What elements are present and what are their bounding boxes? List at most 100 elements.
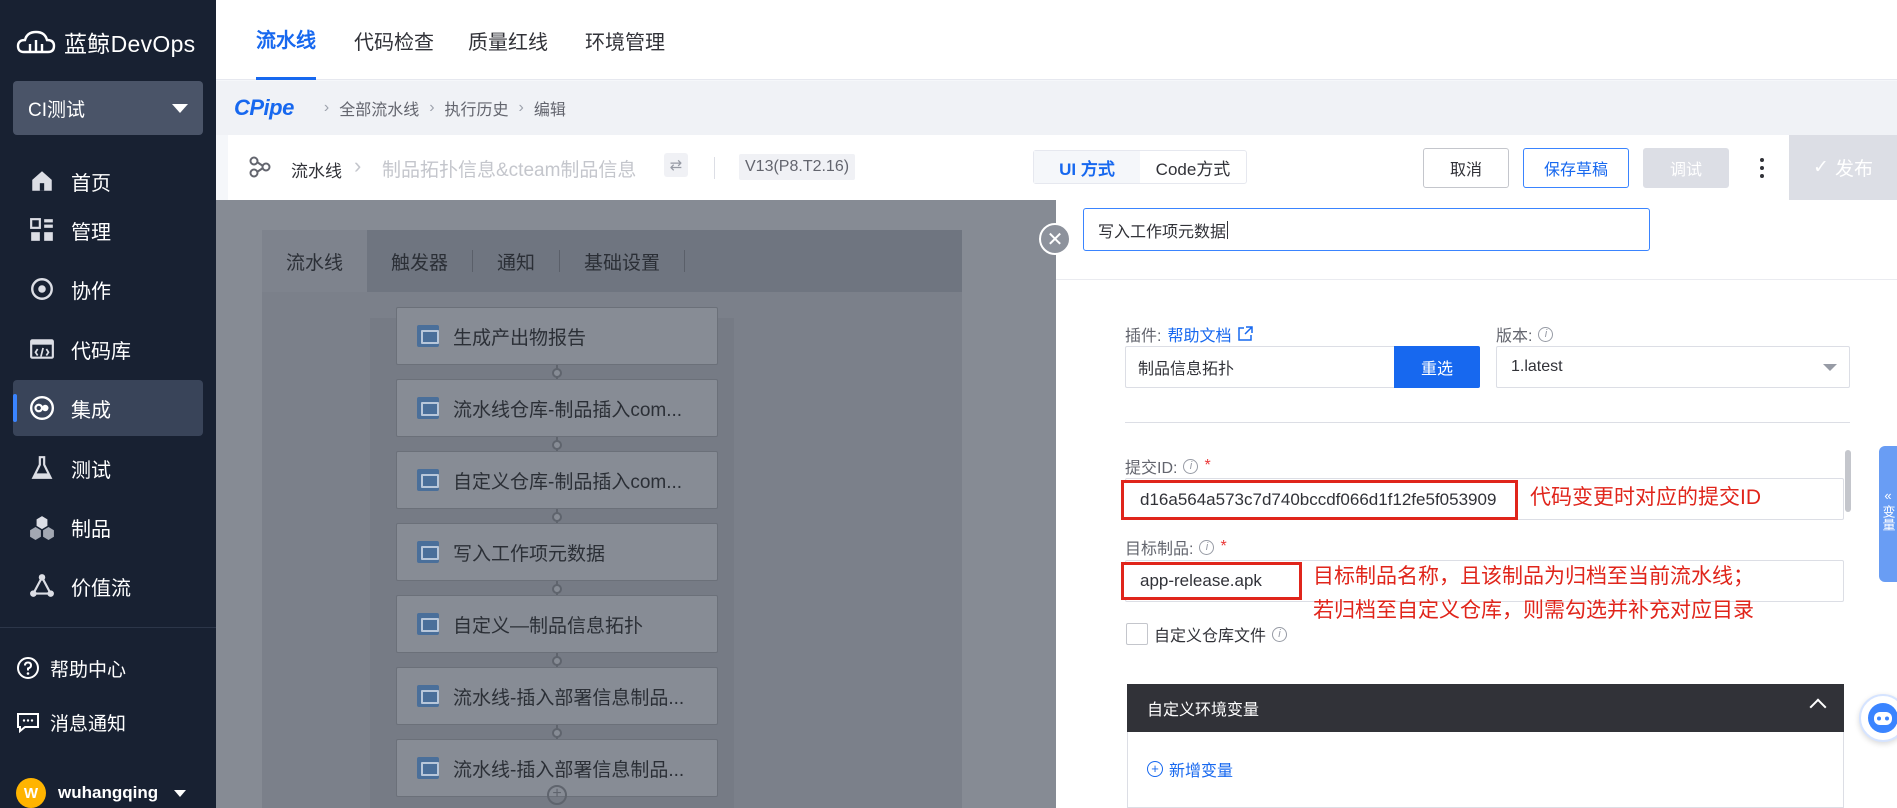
commit-id-input[interactable]: d16a564a573c7d740bccdf066d1f12fe5f053909 [1121,480,1518,520]
editor-crumb-pipeline[interactable]: 流水线 [291,157,342,182]
notifications-label: 消息通知 [50,713,127,735]
mode-ui-button[interactable]: UI 方式 [1034,151,1140,183]
plugin-icon [417,325,439,347]
tab-notify[interactable]: 通知 [473,230,559,292]
tab-triggers[interactable]: 触发器 [367,230,472,292]
plugin-name-input[interactable]: 写入工作项元数据 [1083,208,1650,251]
add-node-icon[interactable]: + [547,785,567,805]
pipeline-name[interactable]: 制品拓扑信息&cteam制品信息 [382,155,636,182]
help-center-link[interactable]: 帮助中心 [16,650,126,686]
sidebar-item-label: 首页 [71,172,111,195]
scrollbar[interactable] [1845,450,1851,512]
tab-code-check[interactable]: 代码检查 [354,0,434,80]
sidebar-item-code-repo[interactable]: 代码库 [13,321,203,377]
plugin-icon [417,541,439,563]
plugin-label-row: 插件: 帮助文档 [1125,322,1254,346]
custom-repo-checkbox[interactable] [1126,623,1148,645]
value-stream-icon [30,574,54,597]
tab-pipeline[interactable]: 流水线 [256,0,316,80]
add-variable-button[interactable]: + 新增变量 [1147,757,1233,781]
sidebar-item-collaborate[interactable]: 协作 [13,261,203,317]
variables-side-tab[interactable]: « 变量 [1879,446,1897,582]
project-select[interactable]: CI测试 [13,81,203,135]
save-draft-button[interactable]: 保存草稿 [1523,148,1629,188]
logo[interactable]: 蓝鲸DevOps [16,24,195,60]
publish-label: 发布 [1834,159,1873,180]
tab-pipeline-stages[interactable]: 流水线 [262,230,368,292]
sidebar-item-manage[interactable]: 管理 [13,202,203,258]
sidebar-item-value-stream[interactable]: 价值流 [13,558,203,614]
plugin-icon [417,613,439,635]
chevron-down-icon [172,103,188,113]
plugin-icon [417,469,439,491]
env-vars-header[interactable]: 自定义环境变量 [1127,684,1844,732]
commit-label: 提交ID: [1125,460,1178,477]
publish-button[interactable]: ✓ 发布 [1789,135,1897,200]
sidebar-item-test[interactable]: 测试 [13,440,203,496]
sidebar-item-home[interactable]: 首页 [13,153,203,209]
info-icon[interactable]: i [1183,458,1199,474]
divider [1125,422,1850,423]
pipeline-canvas: 流水线 触发器 通知 基础设置 生成产出物报告 流水线仓库-制品插入com...… [216,200,1056,808]
sidebar-item-label: 制品 [71,518,111,541]
commit-annotation: 代码变更时对应的提交ID [1530,486,1761,509]
collaborate-icon [31,278,53,300]
stage-node[interactable]: 流水线仓库-制品插入com... [396,379,718,437]
required-mark: * [1220,538,1227,555]
chevron-right-icon: › [429,99,435,116]
connector-dot [552,440,562,450]
reselect-button[interactable]: 重选 [1394,346,1480,388]
plugin-icon [417,757,439,779]
divider [684,250,686,272]
stage-node[interactable]: 自定义—制品信息拓扑 [396,595,718,653]
sidebar-item-artifact[interactable]: 制品 [13,499,203,555]
cancel-button[interactable]: 取消 [1423,148,1509,188]
tab-quality-gate[interactable]: 质量红线 [468,0,548,80]
stage-node-label: 流水线-插入部署信息制品... [453,687,685,709]
tab-environment[interactable]: 环境管理 [585,0,665,80]
chevron-up-icon [1809,698,1827,716]
help-center-label: 帮助中心 [50,659,127,681]
debug-button[interactable]: 调试 [1643,148,1729,188]
cpipe-logo[interactable]: CPipe [234,95,294,121]
info-icon[interactable]: i [1199,539,1215,555]
sidebar-item-integration[interactable]: 集成 [13,380,203,436]
close-icon[interactable]: ✕ [1039,223,1071,255]
plus-circle-icon: + [1147,761,1163,777]
required-mark: * [1204,457,1211,474]
target-artifact-input[interactable]: app-release.apk [1121,562,1302,600]
notifications-link[interactable]: 消息通知 [16,704,126,740]
stage-node[interactable]: 自定义仓库-制品插入com... [396,451,718,509]
env-vars-body [1127,732,1844,808]
flask-icon [31,456,53,479]
stage-node-label: 自定义—制品信息拓扑 [453,615,644,637]
external-link-icon[interactable] [1237,326,1254,342]
custom-repo-label: 自定义仓库文件 [1154,628,1267,645]
chevron-down-icon [1823,364,1837,371]
info-icon[interactable]: i [1272,626,1288,642]
mode-code-button[interactable]: Code方式 [1140,151,1246,183]
stage-node[interactable]: 生成产出物报告 [396,307,718,365]
breadcrumb-history[interactable]: 执行历史 [445,96,509,120]
sidebar-item-label: 管理 [71,221,111,244]
stage-node[interactable]: 写入工作项元数据 [396,523,718,581]
tab-basic-settings[interactable]: 基础设置 [560,230,684,292]
info-icon[interactable]: i [1538,326,1554,342]
version-badge[interactable]: V13(P8.T2.16) [739,154,856,180]
target-artifact-value: app-release.apk [1140,571,1262,590]
help-doc-link[interactable]: 帮助文档 [1167,322,1231,346]
plugin-label: 插件: [1125,328,1162,345]
more-icon[interactable] [1752,155,1772,181]
project-name: CI测试 [28,99,86,121]
connector-dot [552,368,562,378]
switch-pipeline-icon[interactable]: ⇄ [664,153,688,177]
version-select[interactable]: 1.latest [1496,346,1850,388]
help-icon [17,657,39,679]
target-label: 目标制品: [1125,541,1194,558]
variables-tab-label: 变量 [1880,505,1896,531]
version-value: 1.latest [1511,358,1563,375]
stage-node[interactable]: 流水线-插入部署信息制品... [396,667,718,725]
breadcrumb-all-pipelines[interactable]: 全部流水线 [339,96,419,120]
user-menu[interactable]: W wuhangqing [16,778,187,808]
commit-id-value: d16a564a573c7d740bccdf066d1f12fe5f053909 [1140,490,1497,509]
